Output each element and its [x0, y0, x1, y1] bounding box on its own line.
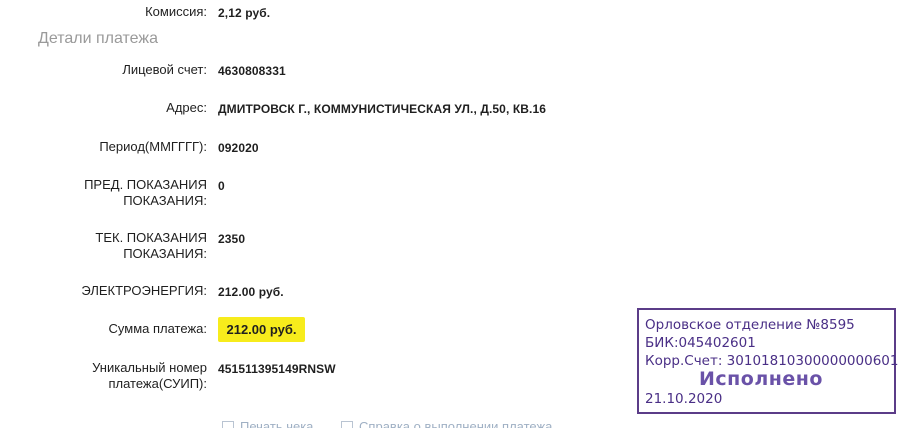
- commission-label: Комиссия:: [145, 4, 207, 19]
- prev-reading-value: 0: [218, 179, 225, 193]
- certificate-link[interactable]: Справка о выполнении платежа: [359, 419, 552, 428]
- prev-reading-label-line2: ПОКАЗАНИЯ:: [123, 193, 207, 208]
- prev-reading-label-line1: ПРЕД. ПОКАЗАНИЯ: [84, 177, 207, 192]
- period-value: 092020: [218, 141, 259, 155]
- stamp-bik: БИК:045402601: [645, 335, 756, 351]
- period-label: Период(ММГГГГ):: [99, 139, 207, 154]
- uin-label: Уникальный номер платежа(СУИП):: [92, 360, 207, 392]
- address-label: Адрес:: [166, 100, 207, 115]
- curr-reading-label-line2: ПОКАЗАНИЯ:: [123, 246, 207, 261]
- account-label: Лицевой счет:: [122, 62, 207, 77]
- account-value: 4630808331: [218, 64, 286, 78]
- section-title: Детали платежа: [38, 30, 158, 47]
- address-value: ДМИТРОВСК Г., КОММУНИСТИЧЕСКАЯ УЛ., Д.50…: [218, 102, 546, 116]
- payment-sum-value: 212.00 руб.: [218, 317, 305, 342]
- document-icon[interactable]: [341, 420, 354, 428]
- commission-value: 2,12 руб.: [218, 6, 271, 20]
- curr-reading-label-line1: ТЕК. ПОКАЗАНИЯ: [95, 230, 207, 245]
- printer-icon[interactable]: [222, 420, 234, 428]
- bank-stamp: Орловское отделение №8595 БИК:045402601 …: [637, 308, 898, 414]
- curr-reading-label: ТЕК. ПОКАЗАНИЯ ПОКАЗАНИЯ:: [95, 230, 207, 262]
- curr-reading-value: 2350: [218, 232, 246, 246]
- uin-value: 451511395149RNSW: [218, 362, 336, 376]
- print-receipt-link[interactable]: Печать чека: [240, 419, 313, 428]
- electricity-value: 212.00 руб.: [218, 285, 284, 299]
- uin-label-line2: платежа(СУИП):: [108, 376, 207, 391]
- electricity-label: ЭЛЕКТРОЭНЕРГИЯ:: [81, 283, 207, 298]
- uin-label-line1: Уникальный номер: [92, 360, 207, 375]
- payment-sum-label: Сумма платежа:: [108, 321, 207, 336]
- stamp-branch: Орловское отделение №8595: [645, 317, 855, 333]
- bottom-links: Печать чека Справка о выполнении платежа: [222, 418, 552, 428]
- payment-details-page: Комиссия: 2,12 руб. Детали платежа Лицев…: [0, 0, 913, 428]
- stamp-status: Исполнено: [699, 368, 823, 390]
- stamp-date: 21.10.2020: [645, 391, 723, 407]
- prev-reading-label: ПРЕД. ПОКАЗАНИЯ ПОКАЗАНИЯ:: [84, 177, 207, 209]
